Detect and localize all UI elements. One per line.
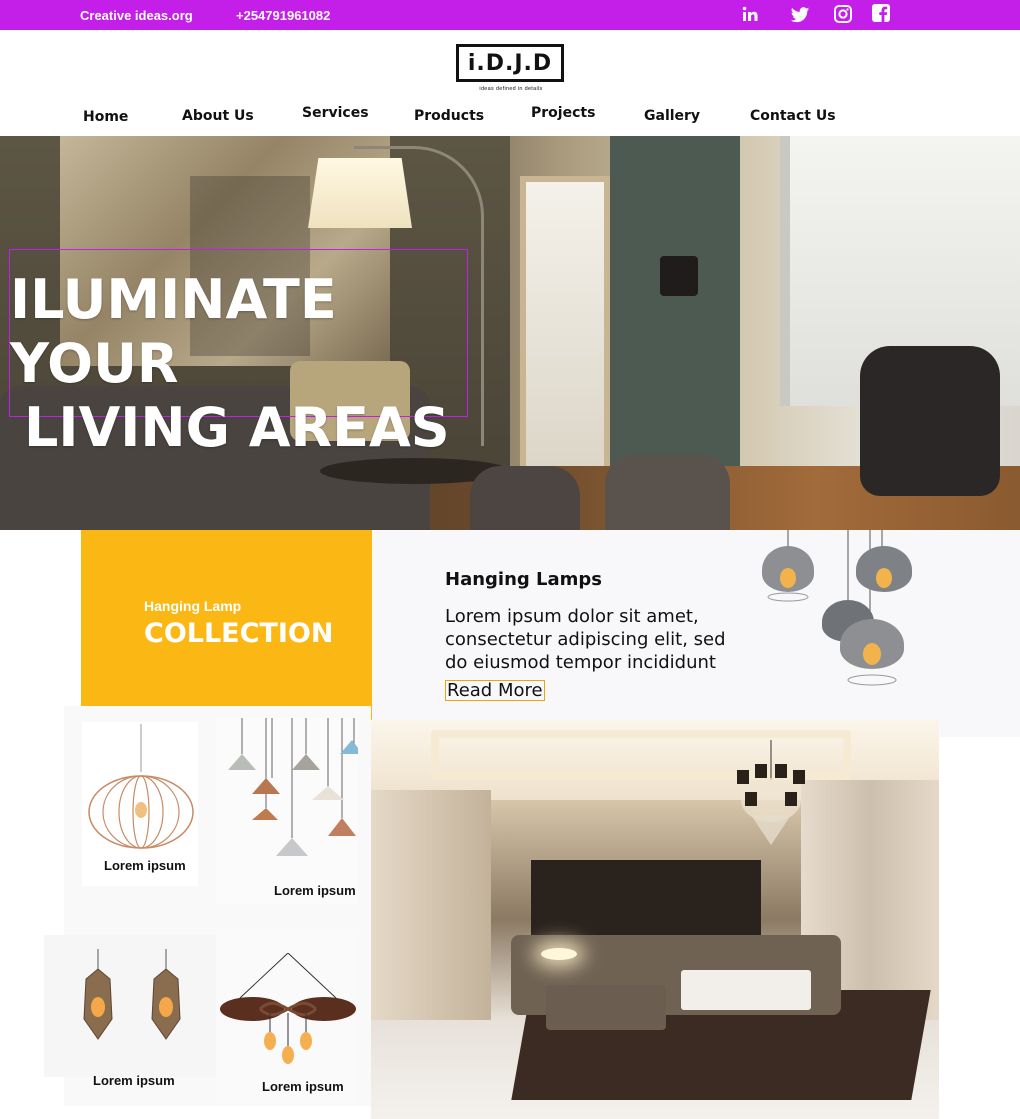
- nav-contact[interactable]: Contact Us: [750, 108, 836, 124]
- instagram-icon[interactable]: [833, 4, 853, 24]
- interior-coffee-table: [681, 970, 811, 1010]
- product-card[interactable]: Lorem ipsum: [44, 935, 216, 1088]
- site-name[interactable]: Creative ideas.org: [80, 8, 193, 23]
- site-logo[interactable]: i.D.J.D ideas defined in details: [456, 38, 566, 96]
- top-bar: Creative ideas.org +254791961082: [0, 0, 1020, 30]
- chandelier-icon: [737, 740, 805, 845]
- collection-subtitle: Hanging Lamp: [144, 598, 242, 614]
- linkedin-icon[interactable]: [741, 4, 761, 24]
- feature-panel: Hanging Lamps Lorem ipsum dolor sit amet…: [372, 530, 1020, 737]
- hero-floor-lamp: [308, 158, 412, 228]
- hero-title-line1: ILUMINATE YOUR: [10, 268, 337, 395]
- nav-services[interactable]: Services: [302, 105, 369, 121]
- wood-chandelier-icon: [220, 953, 356, 1064]
- hero-lounge-chair: [860, 346, 1000, 496]
- hero-door: [520, 176, 610, 506]
- product-card[interactable]: Lorem ipsum: [216, 718, 358, 904]
- hero-bag: [660, 256, 698, 296]
- logo-tagline: ideas defined in details: [479, 86, 543, 92]
- product-card[interactable]: Lorem ipsum: [82, 722, 198, 886]
- hero-title: ILUMINATE YOUR LIVING AREAS: [10, 268, 480, 460]
- twitter-icon[interactable]: [790, 5, 810, 25]
- collection-title: COLLECTION: [144, 618, 334, 649]
- read-more-button[interactable]: Read More: [445, 680, 545, 701]
- interior-lamp-glow: [541, 948, 577, 960]
- nav-home[interactable]: Home: [83, 109, 128, 125]
- product-label: Lorem ipsum: [262, 1079, 344, 1094]
- wire-pendant-lamp-icon: [88, 724, 194, 849]
- interior-ottoman: [546, 985, 666, 1030]
- nav-products[interactable]: Products: [414, 108, 484, 124]
- nav-projects[interactable]: Projects: [531, 105, 595, 121]
- product-card[interactable]: Lorem ipsum: [216, 935, 358, 1103]
- feature-text: Lorem ipsum dolor sit amet, consectetur …: [445, 606, 726, 673]
- interior-left-wall: [371, 790, 491, 1020]
- phone-number[interactable]: +254791961082: [236, 8, 330, 23]
- cone-pendant-lamps-icon: [228, 718, 358, 856]
- product-label: Lorem ipsum: [93, 1073, 175, 1088]
- collection-banner[interactable]: Hanging Lamp COLLECTION: [81, 530, 372, 720]
- hero-title-line2: LIVING AREAS: [24, 396, 450, 459]
- facebook-icon[interactable]: [871, 3, 891, 23]
- logo-mark: i.D.J.D: [456, 44, 564, 82]
- hero-ottoman: [605, 454, 730, 530]
- feature-heading: Hanging Lamps: [445, 569, 603, 590]
- pendant-lamps-image: [762, 530, 912, 686]
- product-label: Lorem ipsum: [104, 858, 186, 873]
- product-label: Lorem ipsum: [274, 883, 356, 898]
- rope-pendant-lamps-icon: [83, 949, 181, 1040]
- interior-photo: [371, 720, 939, 1119]
- nav-about[interactable]: About Us: [182, 108, 254, 124]
- nav-gallery[interactable]: Gallery: [644, 108, 700, 124]
- hero-ottoman: [470, 466, 580, 530]
